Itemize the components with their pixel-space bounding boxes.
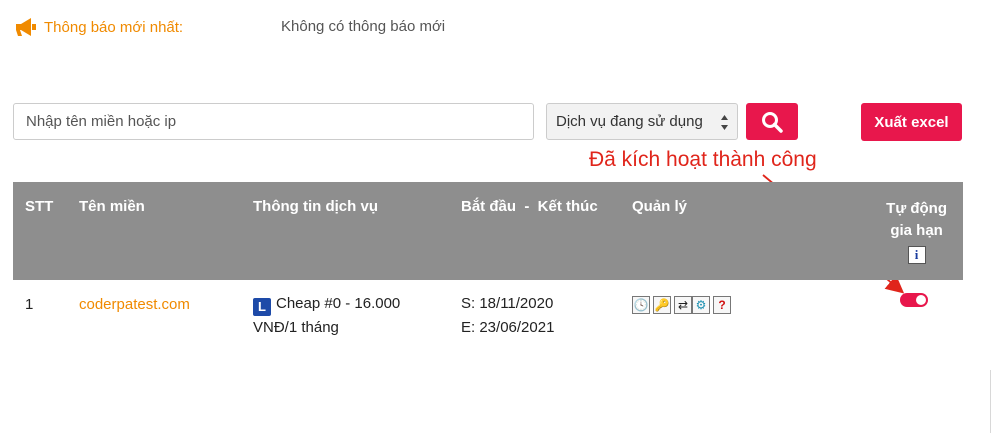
plan-badge-icon: L xyxy=(253,298,271,316)
table-row: 1 coderpatest.com L Cheap #0 - 16.000 VNĐ… xyxy=(13,281,963,351)
export-excel-button[interactable]: Xuất excel xyxy=(861,103,962,141)
toggle-knob xyxy=(916,295,926,305)
table-header: STT Tên miền Thông tin dịch vụ Bắt đầu -… xyxy=(13,182,963,280)
row-stt: 1 xyxy=(25,296,34,313)
plan-name: Cheap #0 - 16.000 xyxy=(276,295,401,312)
search-button[interactable] xyxy=(746,103,798,140)
key-icon[interactable]: 🔑 xyxy=(653,296,671,314)
notification-message: Không có thông báo mới xyxy=(281,18,446,35)
row-service-info: L Cheap #0 - 16.000 VNĐ/1 tháng xyxy=(253,292,400,340)
service-filter-select[interactable]: Dịch vụ đang sử dụng xyxy=(546,103,738,140)
gear-icon[interactable]: ⚙ xyxy=(692,296,710,314)
service-filter-value: Dịch vụ đang sử dụng xyxy=(556,113,703,130)
info-icon[interactable]: i xyxy=(907,246,926,264)
header-domain: Tên miền xyxy=(79,198,145,215)
row-dates: S: 18/11/2020 E: 23/06/2021 xyxy=(461,292,554,340)
row-domain-link[interactable]: coderpatest.com xyxy=(79,296,190,313)
search-icon xyxy=(762,111,783,133)
header-auto-renew: Tự động gia hạn i xyxy=(886,198,947,266)
help-icon[interactable]: ? xyxy=(713,296,731,314)
header-service-info: Thông tin dịch vụ xyxy=(253,198,378,215)
header-stt: STT xyxy=(25,198,54,215)
notification-label: Thông báo mới nhất: xyxy=(44,18,184,36)
megaphone-icon xyxy=(16,18,36,36)
end-date: E: 23/06/2021 xyxy=(461,319,555,336)
transfer-icon[interactable]: ⇄ xyxy=(674,296,692,314)
page-edge-divider xyxy=(990,370,991,433)
plan-price: VNĐ/1 tháng xyxy=(253,319,339,336)
manage-icons: 🕓 🔑 ⇄ ⚙ ? xyxy=(632,296,731,314)
auto-renew-toggle[interactable] xyxy=(900,293,928,307)
header-auto-renew-line1: Tự động xyxy=(886,200,947,217)
header-auto-renew-line2: gia hạn xyxy=(890,222,943,239)
clock-star-icon[interactable]: 🕓 xyxy=(632,296,650,314)
start-date: S: 18/11/2020 xyxy=(461,295,554,312)
header-manage: Quản lý xyxy=(632,198,688,215)
notification-bar: Thông báo mới nhất: Không có thông báo m… xyxy=(14,14,445,40)
header-start-end: Bắt đầu - Kết thúc xyxy=(461,198,598,215)
select-arrows-icon xyxy=(721,115,728,130)
annotation-text: Đã kích hoạt thành công xyxy=(589,148,817,171)
domain-search-input[interactable] xyxy=(13,103,534,140)
